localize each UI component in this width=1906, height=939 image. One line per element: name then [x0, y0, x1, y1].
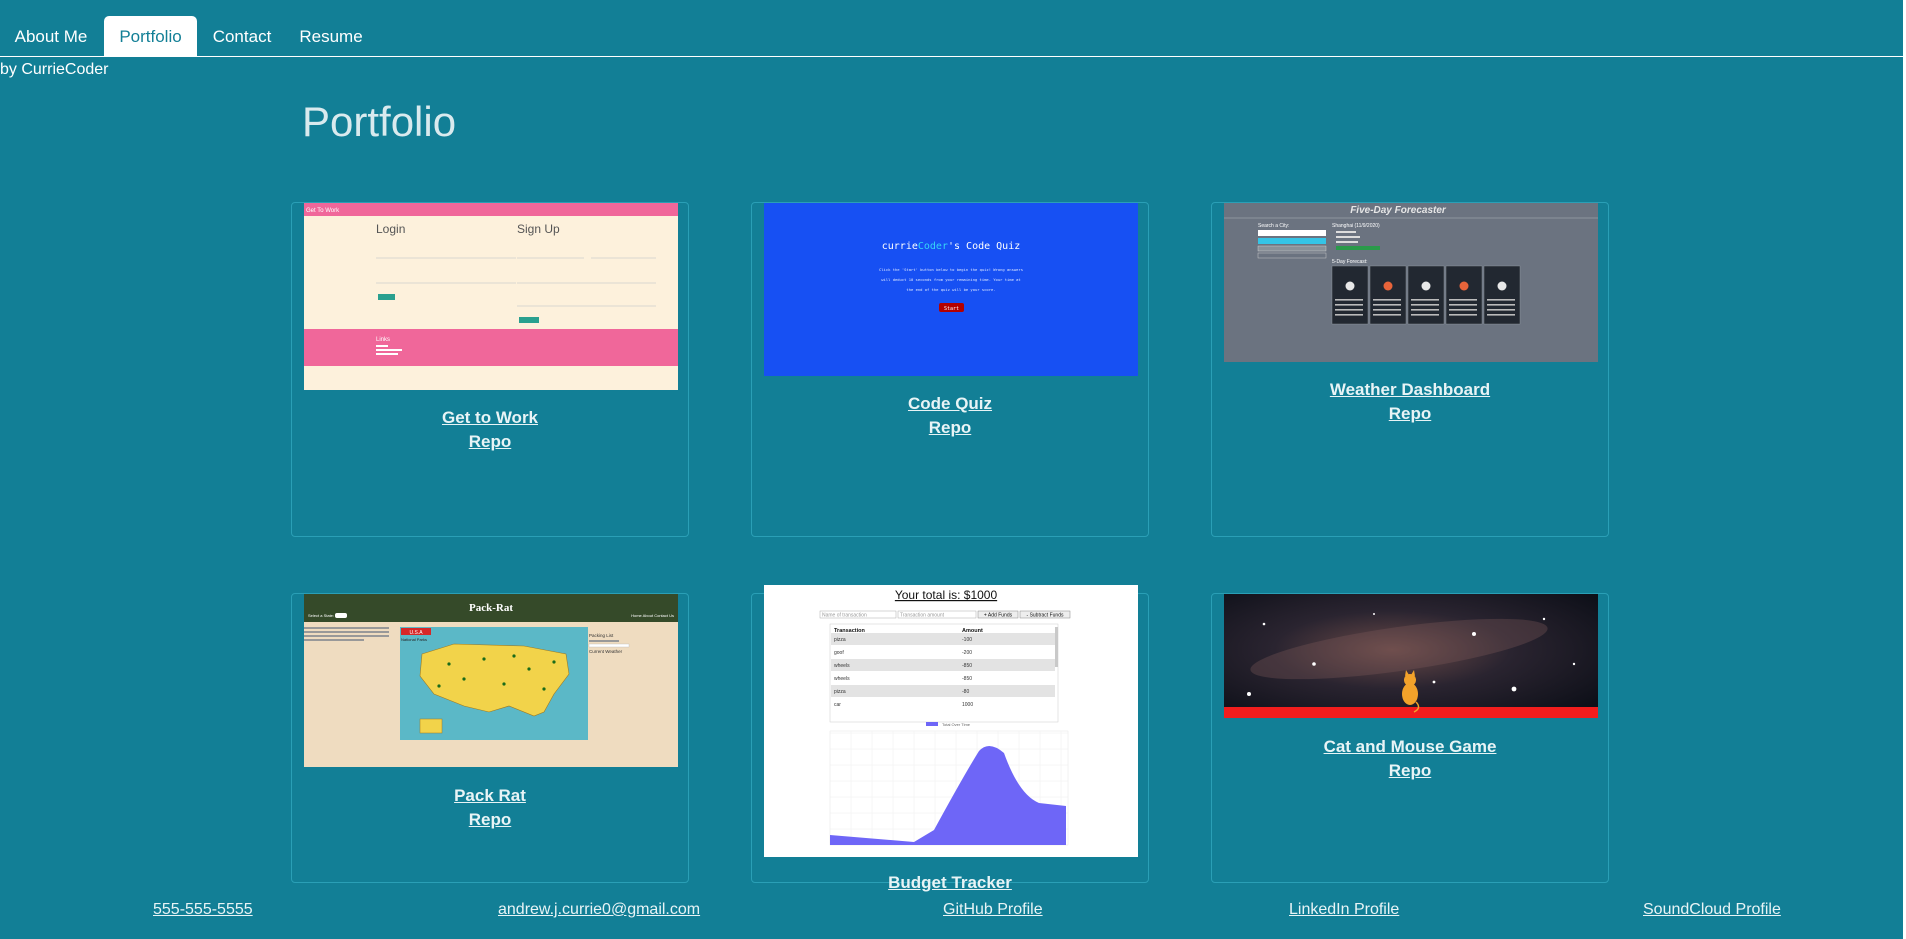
svg-text:-200: -200 [962, 650, 972, 656]
project-card: currieCoder's Code Quiz Click the 'Start… [751, 202, 1149, 537]
svg-text:goof: goof [834, 650, 844, 656]
svg-text:-850: -850 [962, 663, 972, 669]
project-card: Five-Day Forecaster Search a City: Shang… [1211, 202, 1609, 537]
page-title: Portfolio [302, 98, 457, 145]
footer-linkedin-link[interactable]: LinkedIn Profile [1289, 901, 1399, 919]
svg-text:Transaction amount: Transaction amount [900, 613, 945, 619]
svg-text:-850: -850 [962, 676, 972, 682]
svg-text:U.S.A: U.S.A [409, 630, 423, 636]
footer-email-link[interactable]: andrew.j.currie0@gmail.com [498, 901, 700, 919]
project-title-link[interactable]: Weather Dashboard [1212, 380, 1608, 400]
project-title-link[interactable]: Cat and Mouse Game [1212, 737, 1608, 757]
svg-text:National Parks: National Parks [401, 637, 427, 642]
repo-link[interactable]: Repo [292, 432, 688, 452]
footer-soundcloud-link[interactable]: SoundCloud Profile [1643, 901, 1781, 919]
svg-text:Five-Day Forecaster: Five-Day Forecaster [1350, 205, 1447, 216]
project-title-link[interactable]: Get to Work [292, 408, 688, 428]
svg-text:Links: Links [376, 337, 390, 343]
svg-text:-80: -80 [962, 689, 969, 695]
svg-text:Start: Start [944, 306, 959, 312]
footer-github-link[interactable]: GitHub Profile [943, 901, 1043, 919]
svg-text:Packing List: Packing List [589, 633, 614, 638]
svg-text:Total Over Time: Total Over Time [942, 722, 971, 727]
project-card: Pack-Rat Select a State: Home About Cont… [291, 593, 689, 883]
tab-resume[interactable]: Resume [292, 16, 370, 56]
svg-text:pizza: pizza [834, 689, 846, 695]
project-title-link[interactable]: Budget Tracker [752, 873, 1148, 893]
repo-link[interactable]: Repo [292, 810, 688, 830]
svg-text:1000: 1000 [962, 702, 973, 708]
project-screenshot-code-quiz[interactable]: currieCoder's Code Quiz Click the 'Start… [764, 203, 1138, 376]
repo-link[interactable]: Repo [1212, 761, 1608, 781]
svg-text:Your total is: $1000: Your total is: $1000 [895, 588, 998, 602]
svg-text:- Subtract Funds: - Subtract Funds [1027, 613, 1064, 619]
svg-text:Select a State:: Select a State: [308, 613, 334, 618]
tab-portfolio[interactable]: Portfolio [104, 16, 197, 56]
svg-text:Name of transaction: Name of transaction [822, 613, 867, 619]
svg-text:Click the 'Start' button below: Click the 'Start' button below to begin … [879, 267, 1023, 272]
svg-text:Pack-Rat: Pack-Rat [469, 602, 513, 614]
svg-text:Home About Contact Us: Home About Contact Us [631, 613, 674, 618]
svg-text:car: car [834, 702, 841, 708]
svg-text:Login: Login [376, 222, 405, 236]
project-screenshot-pack-rat[interactable]: Pack-Rat Select a State: Home About Cont… [304, 594, 678, 767]
project-screenshot-budget[interactable]: Your total is: $1000 Name of transaction… [764, 585, 1138, 857]
project-screenshot-cat-mouse[interactable] [1224, 594, 1598, 718]
project-title-link[interactable]: Pack Rat [292, 786, 688, 806]
project-card: Your total is: $1000 Name of transaction… [751, 585, 1149, 892]
repo-link[interactable]: Repo [1212, 404, 1608, 424]
tab-contact[interactable]: Contact [206, 16, 278, 56]
footer-phone-link[interactable]: 555-555-5555 [153, 901, 253, 919]
svg-text:pizza: pizza [834, 637, 846, 643]
svg-text:-100: -100 [962, 637, 972, 643]
svg-text:Search a City:: Search a City: [1258, 223, 1289, 229]
svg-text:the end of the quiz will be yo: the end of the quiz will be your score. [906, 287, 995, 292]
svg-text:wheels: wheels [834, 676, 850, 682]
svg-text:Current Weather: Current Weather [589, 649, 623, 654]
top-nav: About Me Portfolio Contact Resume [0, 0, 1906, 57]
byline: by CurrieCoder [0, 61, 109, 78]
project-card: Get To Work Login Sign Up Links Get to W… [291, 202, 689, 537]
svg-text:wheels: wheels [834, 663, 850, 669]
svg-text:+ Add Funds: + Add Funds [984, 613, 1013, 619]
project-title-link[interactable]: Code Quiz [752, 394, 1148, 414]
svg-text:Sign Up: Sign Up [517, 222, 560, 236]
svg-text:will deduct 10 seconds from yo: will deduct 10 seconds from your remaini… [881, 277, 1020, 282]
project-screenshot-get-to-work[interactable]: Get To Work Login Sign Up Links [304, 203, 678, 390]
gtw-header: Get To Work [306, 208, 340, 214]
svg-text:currieCoder's Code Quiz: currieCoder's Code Quiz [882, 241, 1020, 252]
project-screenshot-weather[interactable]: Five-Day Forecaster Search a City: Shang… [1224, 203, 1598, 362]
repo-link[interactable]: Repo [752, 418, 1148, 438]
tab-about-me[interactable]: About Me [0, 16, 102, 56]
svg-text:Shanghai (11/9/2020): Shanghai (11/9/2020) [1332, 223, 1380, 229]
project-card: Cat and Mouse Game Repo [1211, 593, 1609, 883]
svg-text:5-Day Forecast:: 5-Day Forecast: [1332, 259, 1368, 265]
